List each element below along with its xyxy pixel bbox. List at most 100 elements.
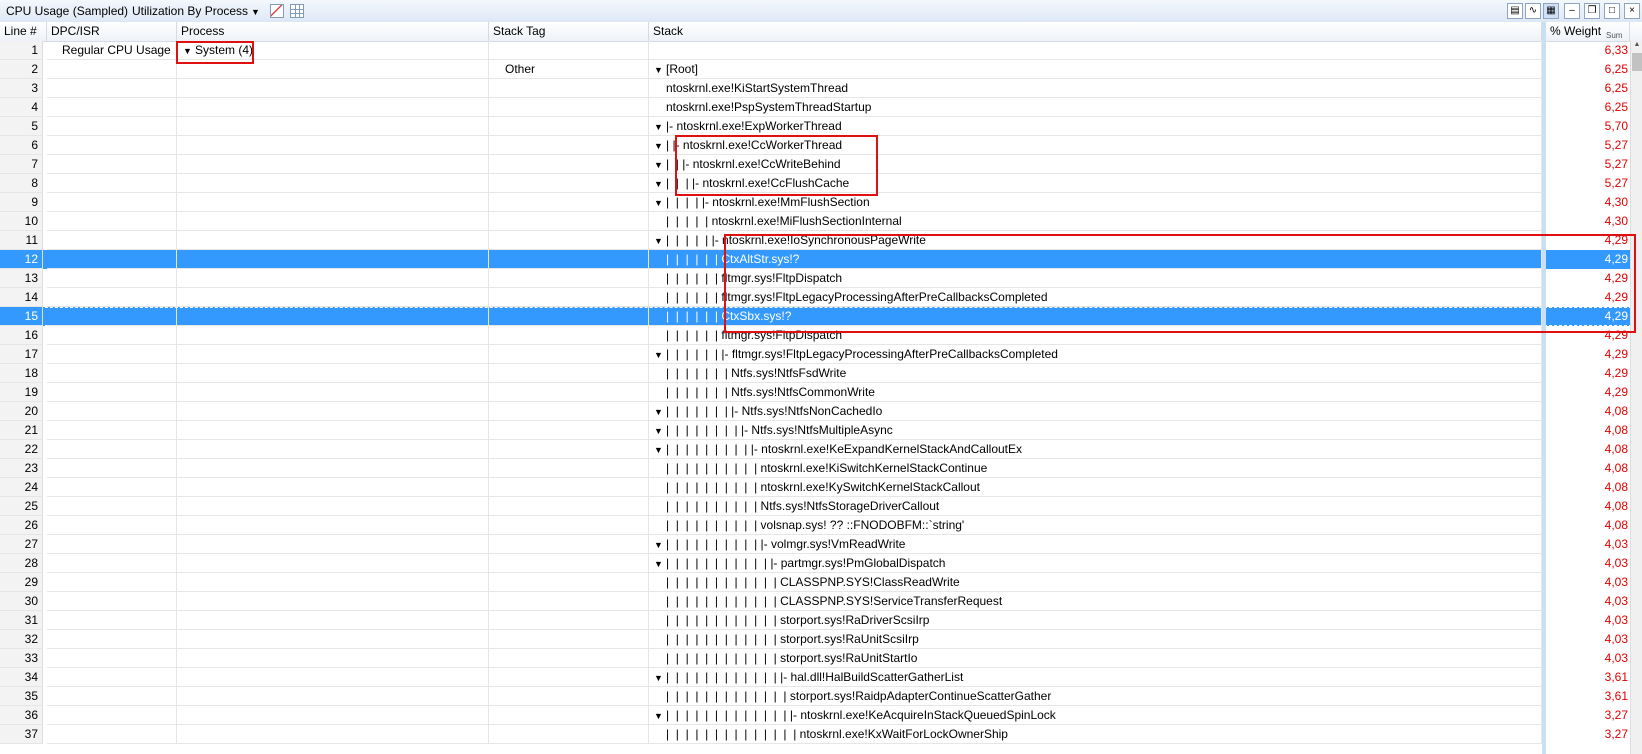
table-row[interactable]: 10 | | | | | ntoskrnl.exe!MiFlushSectionI… (0, 212, 1642, 231)
stack-frame[interactable]: ntoskrnl.exe!KiStartSystemThread (654, 79, 1540, 98)
column-header-dpc-isr[interactable]: DPC/ISR (47, 22, 177, 41)
view-preset-dropdown[interactable]: Utilization By Process ▼ (132, 4, 260, 18)
table-row[interactable]: 22 ▼ | | | | | | | | | |- ntoskrnl.exe!KeE… (0, 440, 1642, 459)
table-only-view-icon[interactable]: ▦ (1543, 3, 1559, 19)
stack-frame[interactable]: | | | | | | | | | | ntoskrnl.exe!KiSwitc… (654, 459, 1540, 478)
table-row[interactable]: 30 | | | | | | | | | | | | CLASSPNP.SYS!S… (0, 592, 1642, 611)
expand-triangle-icon[interactable]: ▼ (654, 137, 666, 155)
scroll-up-icon[interactable]: ▲ (1631, 41, 1642, 51)
stack-frame[interactable]: | | | | | | | | | | | | | | ntoskrnl.exe… (654, 725, 1540, 744)
expand-triangle-icon[interactable]: ▼ (654, 403, 666, 421)
stack-frame[interactable]: | | | | | | | | | | volsnap.sys! ?? ::FN… (654, 516, 1540, 535)
table-row[interactable]: 12 | | | | | | CtxAltStr.sys!? 4,29 (0, 250, 1642, 269)
table-row[interactable]: 32 | | | | | | | | | | | | storport.sys!R… (0, 630, 1642, 649)
table-row[interactable]: 2 Other ▼ [Root] 6,25 (0, 60, 1642, 79)
stack-frame[interactable]: ▼ |- ntoskrnl.exe!ExpWorkerThread (654, 117, 1540, 136)
stack-frame[interactable]: | | | | | | CtxAltStr.sys!? (654, 250, 1540, 269)
expand-triangle-icon[interactable]: ▼ (654, 118, 666, 136)
table-row[interactable]: 27 ▼ | | | | | | | | | | |- volmgr.sys!VmR… (0, 535, 1642, 554)
stack-frame[interactable]: ▼ | | | | | | | | |- Ntfs.sys!NtfsMultipl… (654, 421, 1540, 440)
table-row[interactable]: 14 | | | | | | fltmgr.sys!FltpLegacyProce… (0, 288, 1642, 307)
table-row[interactable]: 20 ▼ | | | | | | | |- Ntfs.sys!NtfsNonCach… (0, 402, 1642, 421)
stack-frame[interactable]: ▼ | | | | | | | | | |- ntoskrnl.exe!KeExp… (654, 440, 1540, 459)
stack-frame[interactable]: ▼ | | | | | |- ntoskrnl.exe!IoSynchronous… (654, 231, 1540, 250)
stack-frame[interactable]: ▼ | | | | | | | |- Ntfs.sys!NtfsNonCached… (654, 402, 1540, 421)
graph-table-view-icon[interactable]: ▤ (1507, 3, 1523, 19)
table-row[interactable]: 11 ▼ | | | | | |- ntoskrnl.exe!IoSynchrono… (0, 231, 1642, 250)
expand-triangle-icon[interactable]: ▼ (654, 346, 666, 364)
stack-frame[interactable]: | | | | | | | | | | | | | storport.sys!R… (654, 687, 1540, 706)
stack-frame[interactable]: | | | | | | | | | | | | CLASSPNP.SYS!Ser… (654, 592, 1540, 611)
stack-frame[interactable]: | | | | | | fltmgr.sys!FltpLegacyProcess… (654, 288, 1540, 307)
stack-frame[interactable]: | | | | | | | | | | | | CLASSPNP.SYS!Cla… (654, 573, 1540, 592)
stack-frame[interactable]: ▼ [Root] (654, 60, 1540, 79)
expand-triangle-icon[interactable]: ▼ (654, 175, 666, 193)
table-row[interactable]: 8 ▼ | | | |- ntoskrnl.exe!CcFlushCache 5,27 (0, 174, 1642, 193)
stack-frame[interactable]: ntoskrnl.exe!PspSystemThreadStartup (654, 98, 1540, 117)
table-row[interactable]: 25 | | | | | | | | | | Ntfs.sys!NtfsStora… (0, 497, 1642, 516)
stack-frame[interactable]: | | | | | | CtxSbx.sys!? (654, 307, 1540, 326)
column-header-line[interactable]: Line # (0, 22, 47, 41)
stack-frame[interactable]: | | | | | | | | | | ntoskrnl.exe!KySwitc… (654, 478, 1540, 497)
graph-only-view-icon[interactable]: ∿ (1525, 3, 1541, 19)
stack-frame[interactable]: ▼ | |- ntoskrnl.exe!CcWorkerThread (654, 136, 1540, 155)
table-row[interactable]: 6 ▼ | |- ntoskrnl.exe!CcWorkerThread 5,27 (0, 136, 1642, 155)
table-row[interactable]: 29 | | | | | | | | | | | | CLASSPNP.SYS!C… (0, 573, 1642, 592)
stack-frame[interactable]: | | | | | | | | | | Ntfs.sys!NtfsStorage… (654, 497, 1540, 516)
column-header-process[interactable]: Process (177, 22, 489, 41)
stack-frame[interactable]: | | | | | | fltmgr.sys!FltpDispatch (654, 326, 1540, 345)
table-row[interactable]: 5 ▼ |- ntoskrnl.exe!ExpWorkerThread 5,70 (0, 117, 1642, 136)
stack-frame[interactable]: ▼ | | | |- ntoskrnl.exe!CcFlushCache (654, 174, 1540, 193)
table-row[interactable]: 34 ▼ | | | | | | | | | | | | |- hal.dll!Ha… (0, 668, 1642, 687)
table-row[interactable]: 21 ▼ | | | | | | | | |- Ntfs.sys!NtfsMulti… (0, 421, 1642, 440)
stack-frame[interactable] (654, 41, 1540, 60)
graph-settings-icon[interactable] (270, 4, 284, 18)
stack-frame[interactable]: ▼ | | | | | | | | | | | |- partmgr.sys!Pm… (654, 554, 1540, 573)
table-settings-icon[interactable] (290, 4, 304, 18)
table-row[interactable]: 37 | | | | | | | | | | | | | | ntoskrnl.e… (0, 725, 1642, 744)
scrollbar-thumb[interactable] (1632, 53, 1642, 71)
expand-triangle-icon[interactable]: ▼ (654, 422, 666, 440)
table-row[interactable]: 19 | | | | | | | Ntfs.sys!NtfsCommonWrite… (0, 383, 1642, 402)
stack-frame[interactable]: | | | | | | | | | | | | storport.sys!RaU… (654, 630, 1540, 649)
table-row[interactable]: 33 | | | | | | | | | | | | storport.sys!R… (0, 649, 1642, 668)
stack-frame[interactable]: | | | | | | | Ntfs.sys!NtfsCommonWrite (654, 383, 1540, 402)
table-row[interactable]: 24 | | | | | | | | | | ntoskrnl.exe!KySwi… (0, 478, 1642, 497)
expand-triangle-icon[interactable]: ▼ (654, 61, 666, 79)
column-header-stack[interactable]: Stack (649, 22, 1542, 41)
stack-frame[interactable]: | | | | | | | Ntfs.sys!NtfsFsdWrite (654, 364, 1540, 383)
stack-frame[interactable]: ▼ | | | | | | | | | | | | |- hal.dll!HalB… (654, 668, 1540, 687)
table-row[interactable]: 17 ▼ | | | | | | |- fltmgr.sys!FltpLegacyP… (0, 345, 1642, 364)
column-header-stack-tag[interactable]: Stack Tag (489, 22, 649, 41)
process-value[interactable]: ▼ System (4) (183, 41, 253, 60)
expand-triangle-icon[interactable]: ▼ (654, 707, 666, 725)
table-row[interactable]: 7 ▼ | | |- ntoskrnl.exe!CcWriteBehind 5,27 (0, 155, 1642, 174)
close-icon[interactable]: × (1624, 3, 1640, 19)
table-row[interactable]: 15 | | | | | | CtxSbx.sys!? 4,29 (0, 307, 1642, 326)
table-row[interactable]: 35 | | | | | | | | | | | | | storport.sys… (0, 687, 1642, 706)
stack-frame[interactable]: | | | | | | | | | | | | storport.sys!RaU… (654, 649, 1540, 668)
table-row[interactable]: 3 ntoskrnl.exe!KiStartSystemThread 6,25 (0, 79, 1642, 98)
expand-triangle-icon[interactable]: ▼ (654, 555, 666, 573)
expand-triangle-icon[interactable]: ▼ (654, 194, 666, 212)
stack-frame[interactable]: ▼ | | | | | | | | | | |- volmgr.sys!VmRea… (654, 535, 1540, 554)
table-row[interactable]: 18 | | | | | | | Ntfs.sys!NtfsFsdWrite 4,2… (0, 364, 1642, 383)
table-row[interactable]: 31 | | | | | | | | | | | | storport.sys!R… (0, 611, 1642, 630)
stack-frame[interactable]: | | | | | | fltmgr.sys!FltpDispatch (654, 269, 1540, 288)
table-row[interactable]: 28 ▼ | | | | | | | | | | | |- partmgr.sys!… (0, 554, 1642, 573)
vertical-scrollbar[interactable]: ▲ (1630, 41, 1642, 754)
expand-triangle-icon[interactable]: ▼ (183, 42, 195, 60)
stack-frame[interactable]: ▼ | | | | | | |- fltmgr.sys!FltpLegacyPro… (654, 345, 1540, 364)
table-row[interactable]: 13 | | | | | | fltmgr.sys!FltpDispatch 4,2… (0, 269, 1642, 288)
restore-icon[interactable]: ❐ (1584, 3, 1600, 19)
stack-frame[interactable]: ▼ | | | | | | | | | | | | | |- ntoskrnl.e… (654, 706, 1540, 725)
table-row[interactable]: 36 ▼ | | | | | | | | | | | | | |- ntoskrnl… (0, 706, 1642, 725)
stack-frame[interactable]: | | | | | ntoskrnl.exe!MiFlushSectionInt… (654, 212, 1540, 231)
table-row[interactable]: 9 ▼ | | | | |- ntoskrnl.exe!MmFlushSection… (0, 193, 1642, 212)
stack-frame[interactable]: | | | | | | | | | | | | storport.sys!RaD… (654, 611, 1540, 630)
expand-triangle-icon[interactable]: ▼ (654, 232, 666, 250)
expand-triangle-icon[interactable]: ▼ (654, 441, 666, 459)
stack-frame[interactable]: ▼ | | | | |- ntoskrnl.exe!MmFlushSection (654, 193, 1540, 212)
graph-table-splitter[interactable] (1542, 22, 1546, 754)
table-row[interactable]: 26 | | | | | | | | | | volsnap.sys! ?? ::… (0, 516, 1642, 535)
